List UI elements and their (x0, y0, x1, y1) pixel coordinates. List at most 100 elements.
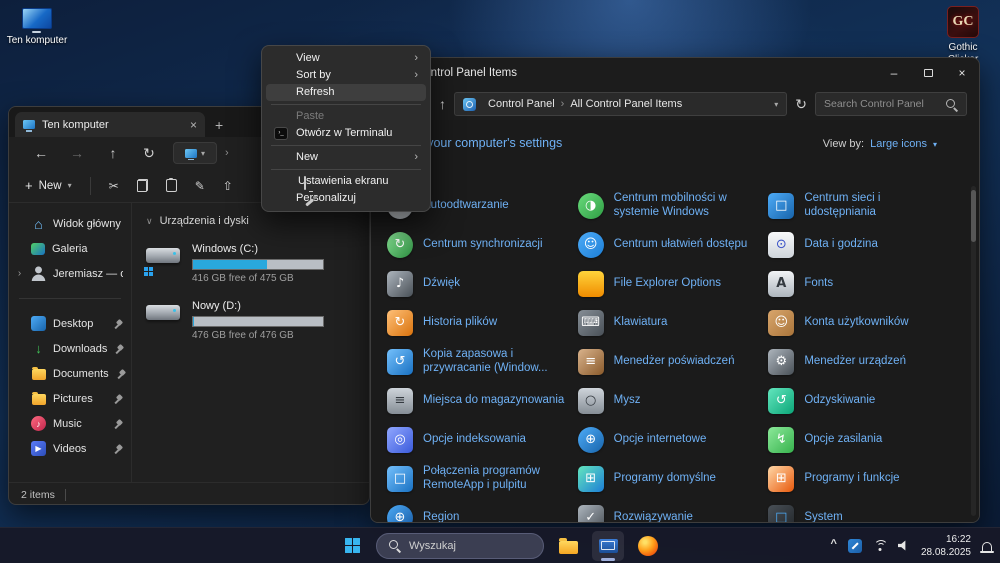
taskbar-file-explorer[interactable] (552, 531, 584, 561)
cp-item-internet-options[interactable]: Opcje internetowe (578, 420, 769, 459)
rename-button[interactable]: ✎ (195, 179, 205, 193)
forward-icon[interactable]: → (59, 145, 95, 161)
sidebar-item-pictures[interactable]: Pictures (9, 386, 131, 411)
cp-item-indexing-options[interactable]: Opcje indeksowania (387, 420, 578, 459)
explorer-tab[interactable]: Ten komputer × (15, 112, 205, 137)
menu-item-open-in-terminal[interactable]: ›_ Otwórz w Terminalu (266, 125, 426, 142)
taskbar-control-panel[interactable] (592, 531, 624, 561)
fonts-icon (768, 271, 794, 297)
cp-item-sound[interactable]: Dźwięk (387, 264, 578, 303)
copy-button[interactable] (137, 179, 148, 192)
sidebar-item-onedrive[interactable]: › Jeremiasz — oso (9, 261, 131, 286)
menu-item-refresh[interactable]: Refresh (266, 84, 426, 101)
view-by-control[interactable]: View by: Large icons ▾ (823, 138, 937, 150)
windows-logo-icon (345, 538, 360, 553)
taskbar-search[interactable] (376, 533, 544, 559)
drive-item-d[interactable]: Nowy (D:) 476 GB free of 476 GB (146, 300, 355, 341)
scrollbar-thumb[interactable] (971, 190, 976, 242)
cut-button[interactable]: ✂ (109, 179, 119, 193)
up-icon[interactable]: ↑ (95, 145, 131, 161)
maximize-button[interactable] (911, 58, 945, 88)
section-header-devices[interactable]: ∨ Urządzenia i dyski (146, 215, 355, 227)
control-panel-search[interactable] (815, 92, 967, 116)
submenu-chevron-icon: › (414, 67, 418, 84)
tab-close-icon[interactable]: × (190, 119, 197, 131)
start-button[interactable] (336, 531, 368, 561)
drive-item-c[interactable]: Windows (C:) 416 GB free of 475 GB (146, 243, 355, 284)
taskbar-firefox[interactable] (632, 531, 664, 561)
view-by-value[interactable]: Large icons (870, 138, 927, 150)
cp-item-keyboard[interactable]: Klawiatura (578, 303, 769, 342)
scrollbar[interactable] (971, 186, 976, 516)
documents-folder-icon (32, 369, 46, 380)
paste-button[interactable] (166, 179, 177, 192)
address-dropdown-icon[interactable]: ▾ (774, 100, 778, 109)
cp-item-system[interactable]: System (768, 498, 959, 522)
address-field[interactable]: Control Panel › All Control Panel Items … (454, 92, 787, 116)
refresh-icon[interactable]: ↻ (795, 96, 807, 113)
status-divider (65, 489, 66, 501)
menu-item-paste[interactable]: Paste (266, 108, 426, 125)
share-button[interactable]: ⇧ (223, 179, 233, 193)
back-icon[interactable]: ← (23, 145, 59, 161)
sidebar-separator (19, 298, 121, 299)
cp-item-remoteapp[interactable]: Połączenia programów RemoteApp i pulpitu (387, 459, 578, 498)
menu-item-view[interactable]: View › (266, 50, 426, 67)
cp-item-ease-of-access[interactable]: Centrum ułatwień dostępu (578, 225, 769, 264)
control-panel-title-bar[interactable]: All Control Panel Items – × (371, 58, 979, 88)
cp-item-user-accounts[interactable]: Konta użytkowników (768, 303, 959, 342)
cp-item-file-explorer-options[interactable]: File Explorer Options (578, 264, 769, 303)
sidebar-item-label: Desktop (53, 318, 93, 330)
desktop-icon-this-pc[interactable]: Ten komputer (6, 8, 68, 47)
cp-item-credential-manager[interactable]: Menedżer poświadczeń (578, 342, 769, 381)
cp-item-recovery[interactable]: Odzyskiwanie (768, 381, 959, 420)
sidebar-item-documents[interactable]: Documents (9, 361, 131, 386)
menu-item-sort-by[interactable]: Sort by › (266, 67, 426, 84)
cp-item-date-time[interactable]: Data i godzina (768, 225, 959, 264)
wifi-icon[interactable] (873, 540, 887, 552)
cp-item-programs-features[interactable]: Programy i funkcje (768, 459, 959, 498)
new-item-button[interactable]: + New ▾ (25, 178, 72, 193)
storage-spaces-icon (387, 388, 413, 414)
cp-item-network-sharing[interactable]: Centrum sieci i udostępniania (768, 186, 959, 225)
cp-item-backup-restore[interactable]: Kopia zapasowa i przywracanie (Window... (387, 342, 578, 381)
up-icon[interactable]: ↑ (439, 96, 446, 112)
minimize-button[interactable]: – (877, 58, 911, 88)
sidebar-item-desktop[interactable]: Desktop (9, 311, 131, 336)
volume-icon[interactable] (898, 540, 910, 551)
new-tab-button[interactable]: + (215, 117, 223, 133)
tray-overflow-chevron-icon[interactable]: ^ (831, 538, 837, 550)
file-history-icon (387, 310, 413, 336)
notifications-icon[interactable] (982, 542, 992, 551)
cp-item-device-manager[interactable]: Menedżer urządzeń (768, 342, 959, 381)
breadcrumb-root[interactable]: Control Panel (488, 98, 555, 110)
cp-item-mobility-center[interactable]: Centrum mobilności w systemie Windows (578, 186, 769, 225)
taskbar-search-input[interactable] (409, 540, 532, 552)
sidebar-item-music[interactable]: ♪ Music (9, 411, 131, 436)
menu-item-personalize[interactable]: Personalizuj (266, 190, 426, 207)
cp-item-default-programs[interactable]: Programy domyślne (578, 459, 769, 498)
cp-item-mouse[interactable]: Mysz (578, 381, 769, 420)
close-button[interactable]: × (945, 58, 979, 88)
address-location-chip[interactable]: ▾ (173, 142, 217, 164)
cp-item-sync-center[interactable]: Centrum synchronizacji (387, 225, 578, 264)
breadcrumb-current[interactable]: All Control Panel Items (570, 98, 682, 110)
cp-item-power-options[interactable]: Opcje zasilania (768, 420, 959, 459)
menu-item-display-settings[interactable]: Ustawienia ekranu (266, 173, 426, 190)
clock[interactable]: 16:22 28.08.2025 (921, 533, 971, 559)
cp-item-region[interactable]: Region (387, 498, 578, 522)
sidebar-item-gallery[interactable]: Galeria (9, 236, 131, 261)
sidebar-item-downloads[interactable]: ↓ Downloads (9, 336, 131, 361)
cp-item-storage-spaces[interactable]: Miejsca do magazynowania (387, 381, 578, 420)
refresh-icon[interactable]: ↻ (131, 145, 167, 162)
sidebar-item-videos[interactable]: ▶ Videos (9, 436, 131, 461)
sidebar-item-home[interactable]: ⌂ Widok główny (9, 211, 131, 236)
expand-chevron-icon[interactable]: › (15, 268, 24, 279)
cp-item-fonts[interactable]: Fonts (768, 264, 959, 303)
search-input[interactable] (824, 98, 939, 110)
menu-item-new[interactable]: New › (266, 149, 426, 166)
this-pc-icon (185, 149, 197, 158)
cp-item-file-history[interactable]: Historia plików (387, 303, 578, 342)
cp-item-troubleshooting[interactable]: Rozwiązywanie (578, 498, 769, 522)
pen-icon[interactable] (848, 539, 862, 553)
